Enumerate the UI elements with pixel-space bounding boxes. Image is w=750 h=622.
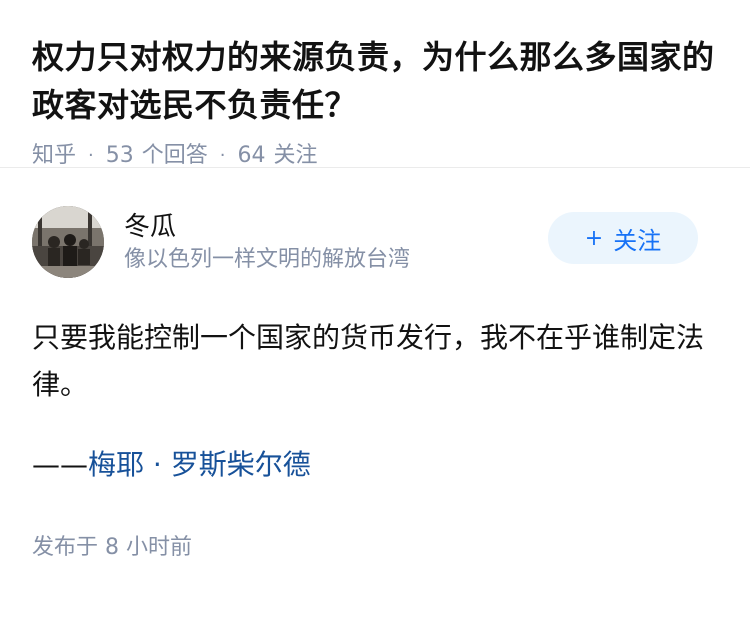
quote-dash: —— bbox=[32, 448, 88, 481]
author-bio: 像以色列一样文明的解放台湾 bbox=[124, 247, 411, 272]
author-info: 冬瓜 像以色列一样文明的解放台湾 bbox=[124, 209, 410, 275]
answer-count: 53 bbox=[105, 143, 134, 168]
source-label[interactable]: 知乎 bbox=[32, 141, 76, 171]
question-meta: 知乎 · 53 个回答 · 64 关注 bbox=[32, 141, 718, 171]
separator-dot: · bbox=[88, 145, 94, 166]
answer-count-label: 个回答 bbox=[141, 143, 208, 168]
answer-content[interactable]: 只要我能控制一个国家的货币发行，我不在乎谁制定法律。 bbox=[32, 314, 718, 408]
author-row: 冬瓜 像以色列一样文明的解放台湾 + 关注 bbox=[32, 204, 718, 280]
publish-time: 发布于 8 小时前 bbox=[32, 535, 192, 560]
plus-icon: + bbox=[584, 225, 604, 251]
answer-paragraph: 只要我能控制一个国家的货币发行，我不在乎谁制定法律。 bbox=[32, 321, 705, 401]
follow-count: 64 bbox=[237, 143, 266, 168]
author-name[interactable]: 冬瓜 bbox=[124, 209, 410, 245]
follow-button[interactable]: + 关注 bbox=[548, 212, 698, 264]
quote-author-link[interactable]: 梅耶 · 罗斯柴尔德 bbox=[88, 448, 311, 481]
question-header: 权力只对权力的来源负责，为什么那么多国家的政客对选民不负责任？ 知乎 · 53 … bbox=[0, 0, 750, 168]
quote-attribution: ——梅耶 · 罗斯柴尔德 bbox=[32, 441, 718, 488]
avatar[interactable] bbox=[32, 206, 104, 278]
follow-count-label: 关注 bbox=[273, 143, 318, 168]
answer-card: 冬瓜 像以色列一样文明的解放台湾 + 关注 只要我能控制一个国家的货币发行，我不… bbox=[0, 168, 750, 563]
avatar-photo-icon bbox=[32, 206, 104, 278]
follow-button-label: 关注 bbox=[613, 226, 662, 255]
question-title[interactable]: 权力只对权力的来源负责，为什么那么多国家的政客对选民不负责任？ bbox=[32, 33, 718, 129]
separator-dot: · bbox=[219, 145, 226, 166]
